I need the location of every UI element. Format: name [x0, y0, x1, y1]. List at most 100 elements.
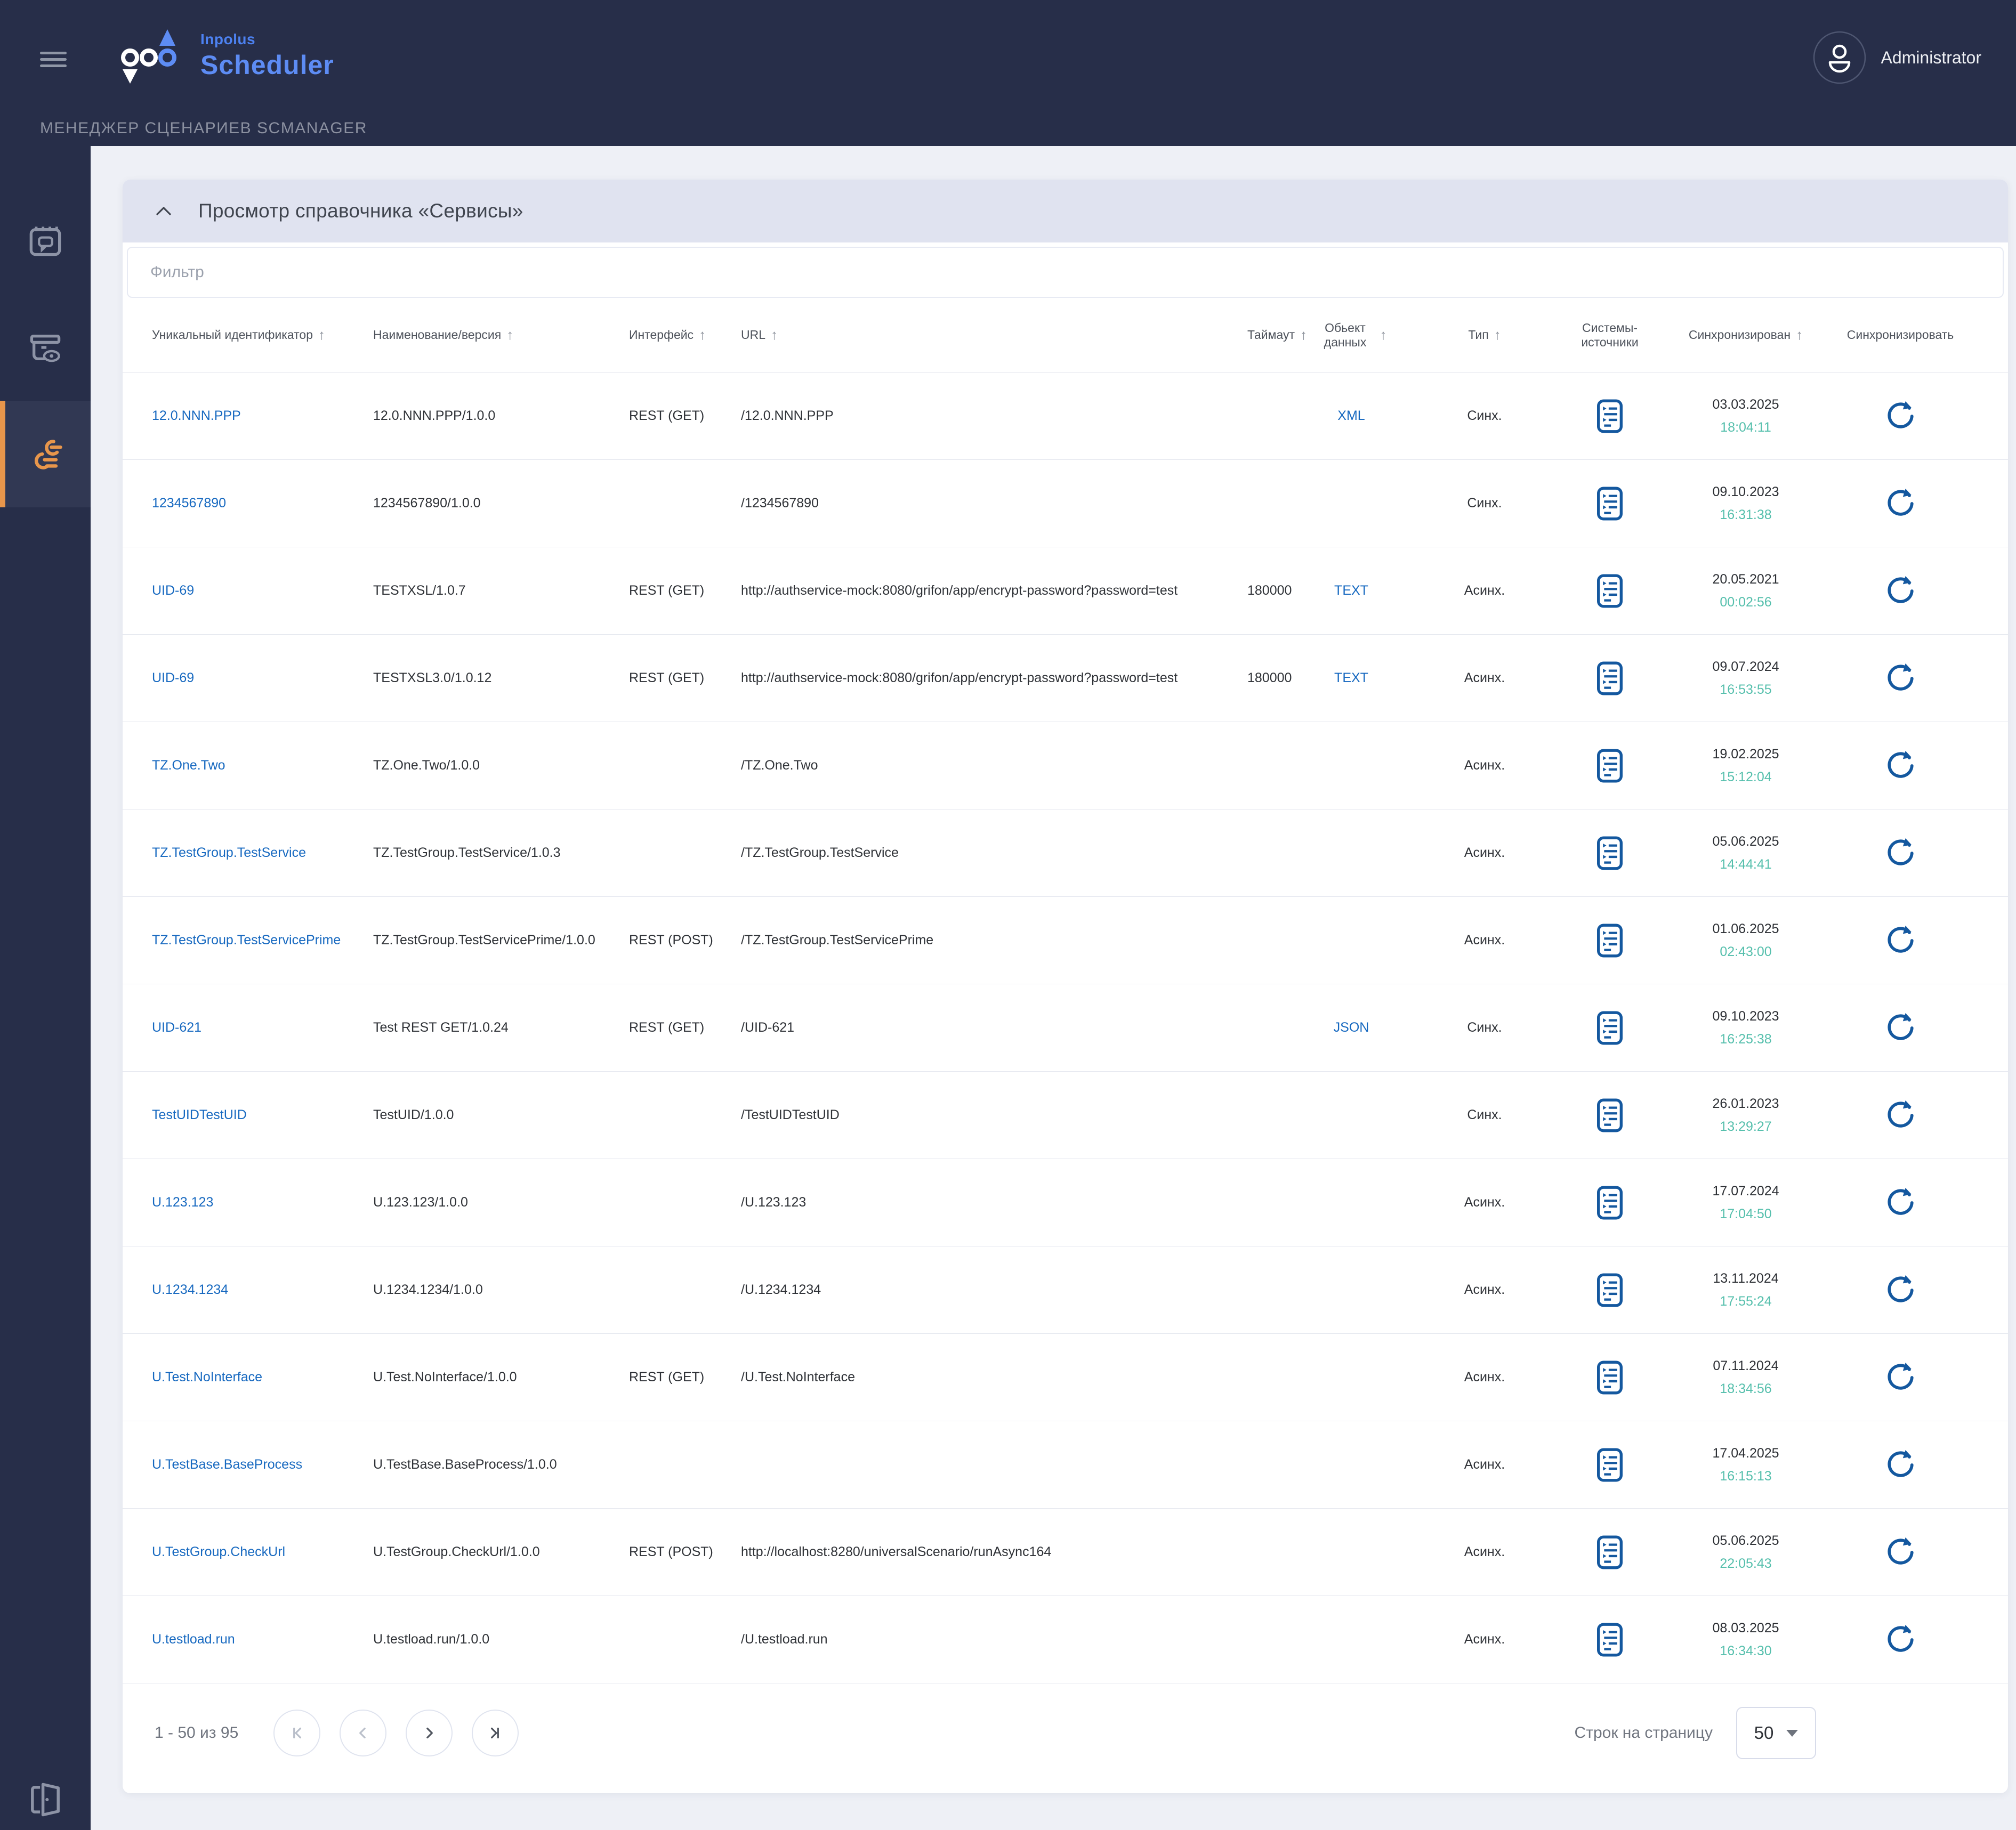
synchronize-button[interactable]: [1885, 401, 1916, 432]
synchronize-button[interactable]: [1885, 925, 1916, 956]
service-id-link[interactable]: U.TestGroup.CheckUrl: [152, 1544, 285, 1559]
filter-input[interactable]: [128, 248, 2003, 297]
app-logo: Inpolus Scheduler: [120, 27, 334, 84]
synchronize-button[interactable]: [1885, 1450, 1916, 1480]
synchronize-button[interactable]: [1885, 488, 1916, 519]
rows-per-page-select[interactable]: 50: [1736, 1707, 1816, 1759]
column-header-url[interactable]: URL↑: [741, 327, 1205, 343]
source-systems-button[interactable]: [1596, 924, 1624, 958]
sidebar-item-archive-view[interactable]: [0, 294, 91, 401]
last-page-button[interactable]: [472, 1710, 519, 1756]
service-name-version: TESTXSL3.0/1.0.12: [373, 668, 629, 687]
synced-time: 22:05:43: [1668, 1554, 1823, 1573]
synced-time: 16:31:38: [1668, 505, 1823, 524]
source-systems-button[interactable]: [1596, 1535, 1624, 1569]
table-row: UID-621 Test REST GET/1.0.24 REST (GET) …: [123, 984, 2008, 1072]
service-id-link[interactable]: U.1234.1234: [152, 1282, 228, 1297]
menu-hamburger-icon[interactable]: [40, 52, 67, 67]
service-id-link[interactable]: UID-69: [152, 670, 194, 685]
column-header-synced[interactable]: Синхронизирован↑: [1668, 327, 1839, 343]
synchronize-button[interactable]: [1885, 1537, 1916, 1568]
synchronize-button[interactable]: [1885, 576, 1916, 606]
synchronize-button[interactable]: [1885, 1624, 1916, 1655]
table-row: 12.0.NNN.PPP 12.0.NNN.PPP/1.0.0 REST (GE…: [123, 373, 2008, 460]
sidebar-item-services[interactable]: [0, 401, 91, 507]
source-systems-button[interactable]: [1596, 399, 1624, 433]
synchronize-button[interactable]: [1885, 1100, 1916, 1131]
document-list-icon: [1596, 1448, 1624, 1482]
first-page-icon: [288, 1724, 306, 1742]
collapse-chevron-icon[interactable]: [156, 207, 172, 216]
first-page-button[interactable]: [273, 1710, 320, 1756]
synchronize-button[interactable]: [1885, 663, 1916, 694]
sidebar-exit[interactable]: [0, 1782, 91, 1817]
source-systems-button[interactable]: [1596, 1361, 1624, 1395]
synchronize-button[interactable]: [1885, 1275, 1916, 1306]
service-name-version: TZ.TestGroup.TestService/1.0.3: [373, 843, 629, 862]
synchronize-button[interactable]: [1885, 750, 1916, 781]
data-object-link[interactable]: JSON: [1334, 1020, 1369, 1035]
service-id-link[interactable]: UID-621: [152, 1020, 201, 1035]
table-body: 12.0.NNN.PPP 12.0.NNN.PPP/1.0.0 REST (GE…: [123, 373, 2008, 1683]
column-header-data-object[interactable]: Обьект данных↑: [1301, 321, 1418, 350]
service-id-link[interactable]: U.Test.NoInterface: [152, 1370, 262, 1384]
data-object-link[interactable]: TEXT: [1334, 583, 1368, 598]
synchronize-button[interactable]: [1885, 1362, 1916, 1393]
column-header-interface[interactable]: Интерфейс↑: [629, 327, 741, 343]
service-id-link[interactable]: TZ.One.Two: [152, 758, 225, 773]
synchronize-button[interactable]: [1885, 838, 1916, 869]
service-id-link[interactable]: TestUIDTestUID: [152, 1107, 247, 1122]
user-menu[interactable]: Administrator: [1813, 31, 1982, 84]
service-id-link[interactable]: U.testload.run: [152, 1632, 235, 1647]
filter-box: [127, 247, 2004, 298]
service-id-link[interactable]: U.TestBase.BaseProcess: [152, 1457, 302, 1472]
source-systems-button[interactable]: [1596, 661, 1624, 695]
table-row: U.Test.NoInterface U.Test.NoInterface/1.…: [123, 1334, 2008, 1421]
table-row: UID-69 TESTXSL/1.0.7 REST (GET) http://a…: [123, 547, 2008, 635]
service-name-version: U.TestBase.BaseProcess/1.0.0: [373, 1455, 629, 1474]
service-id-link[interactable]: UID-69: [152, 583, 194, 598]
column-header-name[interactable]: Наименование/версия↑: [373, 327, 629, 343]
column-header-timeout[interactable]: Таймаут↑: [1205, 327, 1301, 343]
service-name-version: U.123.123/1.0.0: [373, 1193, 629, 1212]
service-synced: 17.04.2025 16:15:13: [1668, 1444, 1839, 1486]
source-systems-button[interactable]: [1596, 1186, 1624, 1220]
synchronize-button[interactable]: [1885, 1013, 1916, 1043]
synced-date: 08.03.2025: [1668, 1618, 1823, 1638]
source-systems-button[interactable]: [1596, 1623, 1624, 1657]
service-name-version: TZ.TestGroup.TestServicePrime/1.0.0: [373, 930, 629, 950]
next-page-button[interactable]: [406, 1710, 453, 1756]
source-systems-button[interactable]: [1596, 1273, 1624, 1307]
sidebar-item-schedule[interactable]: [0, 188, 91, 294]
source-systems-button[interactable]: [1596, 487, 1624, 521]
data-object-link[interactable]: TEXT: [1334, 670, 1368, 685]
service-id-link[interactable]: 1234567890: [152, 496, 226, 511]
panel-header[interactable]: Просмотр справочника «Сервисы»: [123, 180, 2008, 242]
service-id-link[interactable]: TZ.TestGroup.TestServicePrime: [152, 933, 341, 948]
source-systems-button[interactable]: [1596, 836, 1624, 870]
service-synced: 17.07.2024 17:04:50: [1668, 1181, 1839, 1224]
service-id-link[interactable]: TZ.TestGroup.TestService: [152, 845, 306, 860]
synchronize-button[interactable]: [1885, 1187, 1916, 1218]
column-header-type[interactable]: Тип↑: [1418, 327, 1567, 343]
service-id-link[interactable]: 12.0.NNN.PPP: [152, 408, 241, 423]
service-url: /12.0.NNN.PPP: [741, 406, 1205, 425]
source-systems-button[interactable]: [1596, 749, 1624, 783]
data-object-link[interactable]: XML: [1337, 408, 1365, 423]
source-systems-button[interactable]: [1596, 1011, 1624, 1045]
prev-page-button[interactable]: [340, 1710, 386, 1756]
service-timeout: 180000: [1205, 668, 1301, 687]
service-synced: 09.10.2023 16:31:38: [1668, 482, 1839, 524]
synced-date: 01.06.2025: [1668, 919, 1823, 938]
source-systems-button[interactable]: [1596, 1098, 1624, 1132]
service-name-version: 1234567890/1.0.0: [373, 493, 629, 513]
source-systems-button[interactable]: [1596, 574, 1624, 608]
user-name: Administrator: [1881, 48, 1982, 68]
sort-arrow-icon: ↑: [1494, 327, 1501, 343]
column-header-id[interactable]: Уникальный идентификатор↑: [152, 327, 373, 343]
service-id-link[interactable]: U.123.123: [152, 1195, 213, 1210]
document-list-icon: [1596, 749, 1624, 783]
source-systems-button[interactable]: [1596, 1448, 1624, 1482]
service-url: http://authservice-mock:8080/grifon/app/…: [741, 668, 1205, 687]
service-synced: 26.01.2023 13:29:27: [1668, 1094, 1839, 1136]
